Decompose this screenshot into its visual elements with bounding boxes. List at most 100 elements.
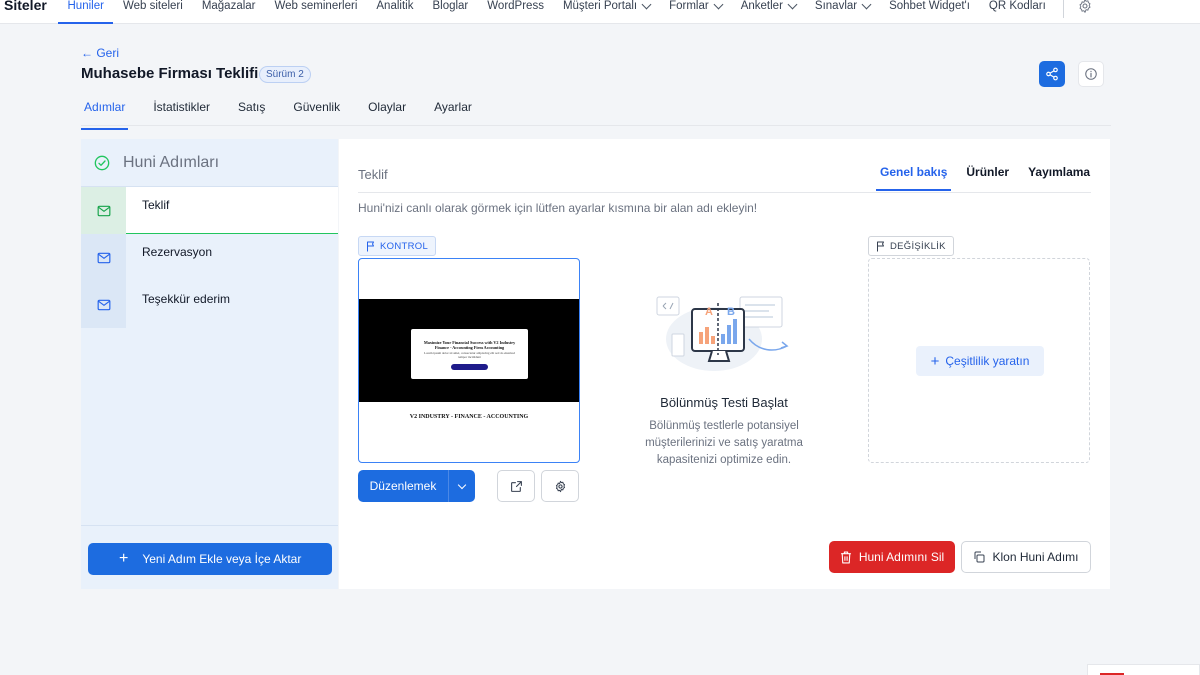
nav-divider [1063,0,1064,18]
flag-icon [877,241,884,251]
chevron-down-icon [713,0,724,10]
nav-item-huniler[interactable]: Huniler [58,0,114,24]
step-title: Teklif [358,167,388,182]
nav-item-label: Sohbet Widget'ı [889,0,970,12]
tab-urunler[interactable]: Ürünler [962,161,1013,191]
step-settings-button[interactable] [541,470,579,502]
nav-item-label: Bloglar [432,0,469,12]
step-icon-cell [81,234,126,281]
funnel-step-rezervasyon[interactable]: Rezervasyon [81,234,338,281]
nav-items: Huniler Web siteleri Mağazalar Web semin… [58,0,1055,24]
control-badge: KONTROL [358,236,437,256]
nav-item-magazalar[interactable]: Mağazalar [192,0,265,24]
nav-item-label: Web siteleri [122,0,183,12]
nav-item-sinavlar[interactable]: Sınavlar [805,0,879,24]
nav-item-qr-kodlari[interactable]: QR Kodları [979,0,1055,24]
nav-item-label: Formlar [669,0,709,12]
preview-headline: Maximize Your Financial Success with V2 … [423,340,516,350]
mail-icon [97,299,110,310]
gear-icon [555,480,565,492]
variation-badge: DEĞİŞİKLİK [868,236,954,256]
nav-item-anketler[interactable]: Anketler [731,0,805,24]
clone-step-label: Klon Huni Adımı [992,550,1079,564]
split-test-title: Bölünmüş Testi Başlat [660,395,788,410]
nav-item-label: Müşteri Portalı [562,0,638,12]
info-button[interactable] [1078,61,1104,87]
nav-item-musteri-portali[interactable]: Müşteri Portalı [553,0,659,24]
page-preview-thumbnail[interactable]: Maximize Your Financial Success with V2 … [358,258,580,463]
corner-widget[interactable] [1087,664,1200,675]
info-icon [1085,68,1097,80]
preview-card: Maximize Your Financial Success with V2 … [411,329,528,379]
step-detail-panel: Teklif Genel bakış Ürünler Yayımlama Hun… [339,139,1110,589]
mail-icon [97,252,110,263]
nav-item-formlar[interactable]: Formlar [660,0,732,24]
step-label: Teklif [142,198,170,212]
chevron-down-icon [861,0,872,10]
split-test-illustration: A B [656,296,789,371]
step-tabs-divider [358,192,1091,193]
top-navigation: Siteler Huniler Web siteleri Mağazalar W… [0,0,1200,24]
create-variation-button[interactable]: + Çeşitlilik yaratın [916,346,1044,376]
tab-genel-bakis[interactable]: Genel bakış [876,161,952,191]
tab-yayimlama[interactable]: Yayımlama [1024,161,1094,191]
nav-item-label: WordPress [487,0,544,12]
chevron-down-icon [641,0,652,10]
funnel-steps-title: Huni Adımları [123,154,220,171]
tabs-divider [81,125,1111,126]
step-label-cell: Teşekkür ederim [126,281,338,328]
step-label: Teşekkür ederim [142,292,231,306]
nav-item-label: Anketler [740,0,783,12]
funnel-step-teklif[interactable]: Teklif [81,187,338,234]
step-icon-cell [81,281,126,328]
edit-button[interactable]: Düzenlemek [358,470,449,502]
nav-item-label: QR Kodları [988,0,1046,12]
sidebar-divider [81,525,338,526]
mail-icon [97,205,110,216]
control-badge-label: KONTROL [380,240,429,252]
funnel-steps-panel: Huni Adımları Teklif Rezervasyon Teşekkü… [81,139,338,589]
edit-dropdown-toggle[interactable] [449,470,475,502]
open-preview-button[interactable] [497,470,535,502]
nav-item-label: Web seminerleri [274,0,358,12]
preview-button [451,364,488,370]
nav-item-web-seminerleri[interactable]: Web seminerleri [265,0,367,24]
delete-step-label: Huni Adımını Sil [858,550,945,564]
version-badge[interactable]: Sürüm 2 [259,66,311,83]
plus-icon: + [119,550,129,567]
nav-item-sohbet-widget[interactable]: Sohbet Widget'ı [880,0,980,24]
variation-badge-label: DEĞİŞİKLİK [890,240,946,252]
nav-item-web-siteleri[interactable]: Web siteleri [113,0,192,24]
external-link-icon [510,480,522,492]
step-label: Rezervasyon [142,245,213,259]
back-link[interactable]: ← Geri [81,46,119,60]
nav-item-label: Analitik [376,0,414,12]
preview-footer-text: V2 INDUSTRY - FINANCE - ACCOUNTING [409,414,529,420]
create-variation-label: Çeşitlilik yaratın [945,354,1030,368]
split-label-b: B [727,306,735,318]
preview-subtext: Lorem ipsum dolor sit amet, consectetur … [424,351,515,359]
split-test-description: Bölünmüş testlerle potansiyel müşteriler… [645,420,803,466]
flag-icon [367,241,374,251]
page-title: Muhasebe Firması Teklifi [81,65,259,82]
gear-icon[interactable] [1077,0,1093,14]
funnel-step-tesekkur[interactable]: Teşekkür ederim [81,281,338,328]
step-label-cell: Rezervasyon [126,234,338,281]
nav-item-wordpress[interactable]: WordPress [478,0,554,24]
delete-step-button[interactable]: Huni Adımını Sil [829,541,955,573]
add-step-button[interactable]: + Yeni Adım Ekle veya İçe Aktar [88,543,332,575]
copy-icon [974,551,985,563]
brand-label[interactable]: Siteler [4,0,47,13]
share-icon [1046,67,1058,81]
nav-item-analitik[interactable]: Analitik [367,0,423,24]
share-button[interactable] [1039,61,1065,87]
nav-item-bloglar[interactable]: Bloglar [423,0,478,24]
edit-split-button: Düzenlemek [358,470,475,502]
add-step-label: Yeni Adım Ekle veya İçe Aktar [142,552,302,566]
step-label-cell: Teklif [126,187,338,234]
clone-step-button[interactable]: Klon Huni Adımı [961,541,1091,573]
chevron-down-icon [787,0,798,10]
variation-dropzone: + Çeşitlilik yaratın [868,258,1090,463]
nav-item-label: Huniler [67,0,104,12]
split-label-a: A [705,306,713,318]
